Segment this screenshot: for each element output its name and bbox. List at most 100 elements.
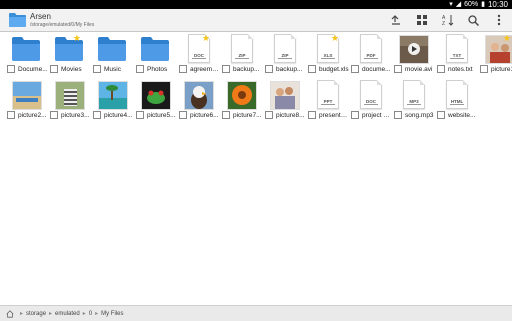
file-name: docume... — [362, 65, 391, 73]
file-item[interactable]: picture2... — [4, 78, 48, 122]
file-label-row: agreeme... — [176, 64, 220, 74]
file-label-row: picture7... — [219, 110, 263, 120]
file-label-row: picture2... — [4, 110, 48, 120]
file-item[interactable]: Docume... — [4, 32, 48, 76]
select-checkbox[interactable] — [7, 111, 15, 119]
select-checkbox[interactable] — [351, 65, 359, 73]
file-item[interactable]: ZIP backup... — [262, 32, 306, 76]
breadcrumb-emulated[interactable]: emulated — [55, 311, 80, 317]
favorite-star-icon: ★ — [72, 33, 81, 43]
file-item[interactable]: picture5... — [133, 78, 177, 122]
select-checkbox[interactable] — [394, 65, 402, 73]
breadcrumb-storage[interactable]: storage — [26, 311, 46, 317]
file-item[interactable]: ★ picture1... — [477, 32, 512, 76]
select-checkbox[interactable] — [437, 111, 445, 119]
file-item[interactable]: Photos — [133, 32, 177, 76]
file-item[interactable]: DOC project d... — [348, 78, 392, 122]
file-item[interactable]: ★ Movies — [47, 32, 91, 76]
file-label-row: picture3... — [47, 110, 91, 120]
file-item[interactable]: picture4... — [90, 78, 134, 122]
select-checkbox[interactable] — [437, 65, 445, 73]
file-item[interactable]: Music — [90, 32, 134, 76]
file-name: website... — [448, 111, 476, 119]
image-thumbnail — [12, 80, 42, 110]
file-name: Docume... — [18, 65, 48, 73]
zip-file-icon: ZIP — [227, 34, 255, 63]
file-label-row: picture8... — [262, 110, 306, 120]
up-arrow-icon — [391, 15, 400, 25]
file-label-row: picture5... — [133, 110, 177, 120]
select-checkbox[interactable] — [136, 65, 144, 73]
select-checkbox[interactable] — [50, 111, 58, 119]
mp3-file-icon: MP3 — [399, 80, 427, 109]
zip-file-icon: ZIP — [270, 34, 298, 63]
select-checkbox[interactable] — [394, 111, 402, 119]
file-name: movie.avi — [405, 65, 433, 73]
breadcrumb-0[interactable]: 0 — [89, 311, 92, 317]
up-level-button[interactable] — [388, 12, 404, 28]
file-name: agreeme... — [190, 65, 220, 73]
action-bar: Arsen /storage/emulated/0/My Files A Z — [0, 9, 512, 32]
file-name: Photos — [147, 65, 168, 73]
file-name: picture8... — [276, 111, 305, 119]
image-thumbnail — [98, 80, 128, 110]
file-name: song.mp3 — [405, 111, 434, 119]
select-checkbox[interactable] — [179, 111, 187, 119]
file-item[interactable]: PDF docume... — [348, 32, 392, 76]
file-item[interactable]: movie.avi — [391, 32, 435, 76]
home-icon[interactable] — [6, 309, 14, 318]
select-checkbox[interactable] — [222, 111, 230, 119]
file-item[interactable]: picture6... — [176, 78, 220, 122]
select-checkbox[interactable] — [480, 65, 488, 73]
file-item[interactable]: MP3 song.mp3 — [391, 78, 435, 122]
select-checkbox[interactable] — [265, 111, 273, 119]
file-label-row: backup... — [262, 64, 306, 74]
search-button[interactable] — [465, 12, 481, 28]
image-thumbnail — [141, 80, 171, 110]
select-checkbox[interactable] — [50, 65, 58, 73]
file-item[interactable]: picture8... — [262, 78, 306, 122]
select-checkbox[interactable] — [308, 111, 316, 119]
breadcrumb: ▸ storage ▸ emulated ▸ 0 ▸ My Files — [0, 305, 512, 321]
wifi-icon: ▾ — [449, 1, 453, 8]
select-checkbox[interactable] — [351, 111, 359, 119]
file-item[interactable]: picture3... — [47, 78, 91, 122]
more-options-button[interactable] — [491, 12, 507, 28]
battery-icon: ▮ — [481, 1, 485, 8]
file-name: project d... — [362, 111, 392, 119]
doc-file-icon: DOC ★ — [184, 33, 212, 63]
select-checkbox[interactable] — [222, 65, 230, 73]
file-item[interactable]: HTML website... — [434, 78, 478, 122]
breadcrumb-my-files[interactable]: My Files — [101, 311, 123, 317]
sort-button[interactable]: A Z — [440, 12, 456, 28]
file-name: picture7... — [233, 111, 262, 119]
select-checkbox[interactable] — [93, 111, 101, 119]
grid-view-button[interactable] — [414, 12, 430, 28]
folder-icon — [98, 34, 126, 62]
file-item[interactable]: ZIP backup... — [219, 32, 263, 76]
select-checkbox[interactable] — [7, 65, 15, 73]
favorite-star-icon: ★ — [201, 33, 210, 43]
file-label-row: Music — [90, 64, 134, 74]
select-checkbox[interactable] — [179, 65, 187, 73]
file-item[interactable]: DOC ★ agreeme... — [176, 32, 220, 76]
ppt-file-icon: PPT — [313, 80, 341, 109]
file-item[interactable]: PPT presenta... — [305, 78, 349, 122]
select-checkbox[interactable] — [308, 65, 316, 73]
html-file-icon: HTML — [442, 80, 470, 109]
folder-app-icon[interactable] — [9, 12, 26, 27]
file-item[interactable]: XLS ★ budget.xls — [305, 32, 349, 76]
image-thumbnail — [227, 80, 257, 110]
chevron-right-icon: ▸ — [49, 311, 53, 317]
select-checkbox[interactable] — [93, 65, 101, 73]
file-item[interactable]: TXT notes.txt — [434, 32, 478, 76]
txt-file-icon: TXT — [442, 34, 470, 63]
select-checkbox[interactable] — [265, 65, 273, 73]
chevron-right-icon: ▸ — [20, 311, 24, 317]
select-checkbox[interactable] — [136, 111, 144, 119]
file-name: picture1... — [491, 65, 512, 73]
overflow-menu-icon — [497, 14, 501, 26]
image-thumbnail — [270, 80, 300, 110]
file-item[interactable]: picture7... — [219, 78, 263, 122]
favorite-star-icon: ★ — [330, 33, 339, 43]
